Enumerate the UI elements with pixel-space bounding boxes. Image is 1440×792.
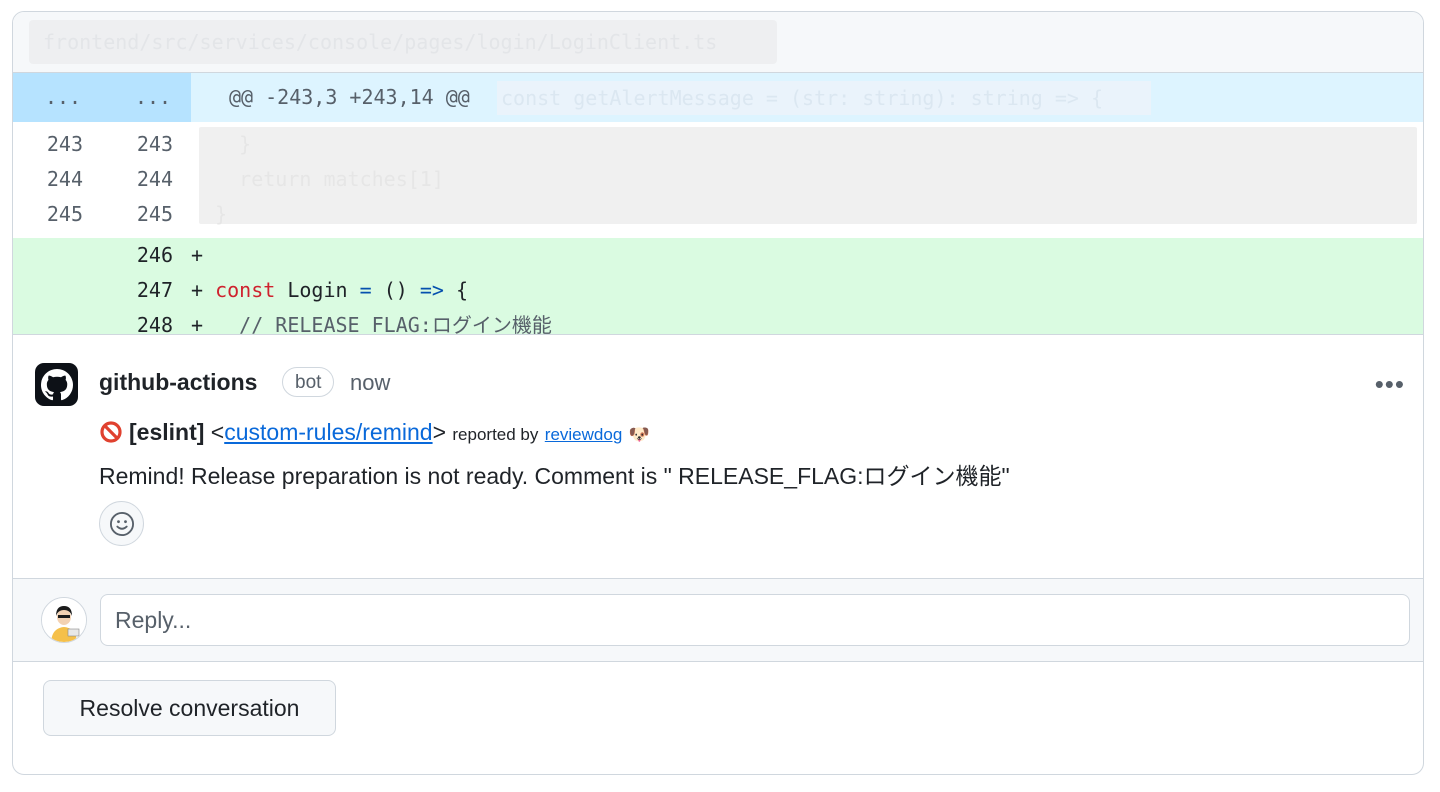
line-code: return matches[1] bbox=[191, 167, 444, 191]
hunk-context: const getAlertMessage = (str: string): s… bbox=[497, 81, 1151, 115]
bot-badge: bot bbox=[282, 367, 335, 397]
comment-author[interactable]: github-actions bbox=[99, 369, 257, 396]
file-header: frontend/src/services/console/pages/logi… bbox=[13, 12, 1423, 73]
new-line-number[interactable]: 246 bbox=[103, 238, 173, 273]
line-code: + const Login = () => { bbox=[191, 273, 468, 308]
line-code: + bbox=[191, 238, 203, 273]
identifier: Login bbox=[275, 278, 360, 302]
comment-rule-line: [eslint] <custom-rules/remind> reported … bbox=[99, 419, 650, 446]
comment-message: Remind! Release preparation is not ready… bbox=[99, 463, 1010, 489]
diff-line-context: 243 243 } bbox=[13, 127, 1423, 162]
operator-arrow: => bbox=[419, 278, 444, 302]
lint-tool-tag: [eslint] bbox=[129, 419, 205, 445]
dog-emoji-icon: 🐶 bbox=[628, 425, 650, 444]
reply-row bbox=[13, 578, 1423, 662]
reviewdog-link[interactable]: reviewdog bbox=[545, 425, 623, 444]
new-line-number[interactable]: 245 bbox=[103, 197, 173, 232]
added-prefix: + bbox=[191, 278, 204, 302]
file-path[interactable]: frontend/src/services/console/pages/logi… bbox=[29, 20, 777, 64]
hunk-header-row: ... ... @@ -243,3 +243,14 @@ const getAl… bbox=[13, 73, 1423, 122]
keyword-const: const bbox=[215, 278, 276, 302]
operator-assign: = bbox=[359, 278, 372, 302]
review-comment: github-actions bot now ••• [eslint] <cus… bbox=[13, 334, 1423, 578]
github-octocat-icon bbox=[40, 368, 73, 400]
line-code: } bbox=[191, 202, 228, 226]
rule-open: < bbox=[210, 419, 225, 445]
current-user-avatar[interactable] bbox=[41, 597, 87, 643]
reply-input[interactable] bbox=[100, 594, 1410, 646]
smiley-icon bbox=[109, 511, 134, 536]
reported-by-text: reported by bbox=[452, 425, 539, 444]
old-line-number[interactable]: 245 bbox=[13, 197, 83, 232]
added-prefix: + bbox=[191, 243, 204, 267]
rule-link[interactable]: custom-rules/remind bbox=[224, 419, 432, 445]
github-actions-avatar[interactable] bbox=[35, 363, 78, 406]
review-thread-card: frontend/src/services/console/pages/logi… bbox=[12, 11, 1424, 775]
diff-line-added: 246 + bbox=[13, 238, 1423, 273]
hunk-expand-new[interactable]: ... bbox=[113, 73, 193, 122]
line-code: } bbox=[191, 132, 252, 156]
new-line-number[interactable]: 247 bbox=[103, 273, 173, 308]
new-line-number[interactable]: 244 bbox=[103, 162, 173, 197]
diff-line-context: 244 244 return matches[1] bbox=[13, 162, 1423, 197]
brace: { bbox=[443, 278, 469, 302]
add-reaction-button[interactable] bbox=[99, 501, 144, 546]
user-illustration-icon bbox=[42, 598, 86, 642]
diff-view: ... ... @@ -243,3 +243,14 @@ const getAl… bbox=[13, 73, 1423, 343]
params: () bbox=[371, 278, 420, 302]
diff-line-context: 245 245 } bbox=[13, 197, 1423, 232]
hunk-expand-old[interactable]: ... bbox=[23, 73, 103, 122]
diff-line-added: 247 + const Login = () => { bbox=[13, 273, 1423, 308]
new-line-number[interactable]: 243 bbox=[103, 127, 173, 162]
hunk-header: @@ -243,3 +243,14 @@ bbox=[229, 85, 470, 109]
old-line-number[interactable]: 244 bbox=[13, 162, 83, 197]
resolve-conversation-button[interactable]: Resolve conversation bbox=[43, 680, 336, 736]
prohibited-icon bbox=[100, 421, 122, 443]
comment-timestamp[interactable]: now bbox=[350, 370, 390, 396]
rule-close: > bbox=[432, 419, 446, 445]
old-line-number[interactable]: 243 bbox=[13, 127, 83, 162]
more-options-icon[interactable]: ••• bbox=[1375, 369, 1405, 400]
